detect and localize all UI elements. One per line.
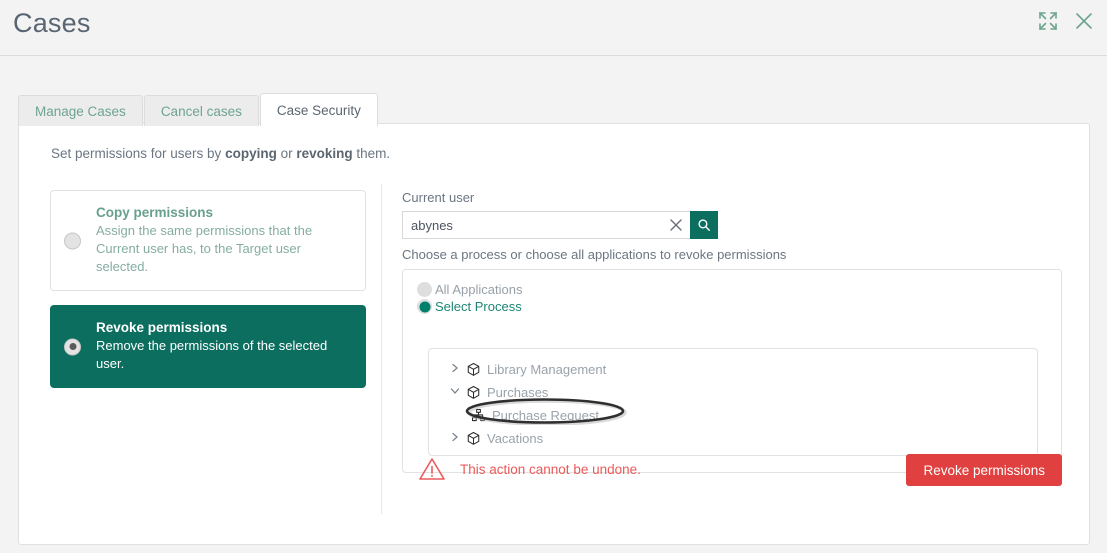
tree-item-label: Purchases bbox=[487, 385, 549, 400]
window-header: Cases bbox=[0, 0, 1107, 56]
current-user-input-wrap bbox=[402, 211, 690, 239]
revoke-form: Current user Choose a process or choose … bbox=[402, 190, 1062, 473]
current-user-input[interactable] bbox=[403, 212, 690, 238]
application-icon bbox=[466, 362, 481, 377]
intro-mid: or bbox=[276, 146, 297, 161]
close-icon[interactable] bbox=[1073, 10, 1095, 32]
chevron-down-icon[interactable] bbox=[449, 385, 461, 400]
all-applications-radio[interactable] bbox=[417, 282, 432, 297]
chevron-right-icon[interactable] bbox=[449, 431, 461, 446]
search-button[interactable] bbox=[690, 211, 718, 239]
tab-label: Case Security bbox=[276, 102, 361, 118]
scope-option-all-applications[interactable]: All Applications bbox=[417, 282, 1047, 297]
permission-mode-list: Copy permissions Assign the same permiss… bbox=[50, 190, 366, 402]
page-title: Cases bbox=[13, 8, 91, 38]
process-selection-box: All Applications Select Process Library … bbox=[402, 269, 1062, 473]
option-title: Copy permissions bbox=[96, 205, 214, 220]
option-description: Assign the same permissions that the Cur… bbox=[96, 223, 313, 274]
copy-permissions-radio[interactable] bbox=[64, 232, 81, 249]
tree-item-purchase-request[interactable]: Purchase Request bbox=[429, 404, 1037, 427]
scope-option-select-process[interactable]: Select Process bbox=[417, 299, 1047, 314]
scope-option-label: All Applications bbox=[435, 282, 523, 297]
expand-icon[interactable] bbox=[1037, 10, 1059, 32]
process-sitemap-icon bbox=[471, 408, 486, 423]
tree-item-purchases[interactable]: Purchases bbox=[429, 381, 1037, 404]
option-revoke-permissions[interactable]: Revoke permissions Remove the permission… bbox=[50, 305, 366, 388]
chevron-right-icon[interactable] bbox=[449, 362, 461, 377]
tab-label: Cancel cases bbox=[160, 103, 242, 119]
tab-cancel-cases[interactable]: Cancel cases bbox=[143, 95, 259, 126]
case-security-panel: Set permissions for users by copying or … bbox=[18, 123, 1090, 545]
clear-x-icon[interactable] bbox=[668, 217, 684, 233]
process-tree: Library Management Purchases Purchase Re… bbox=[428, 348, 1038, 456]
option-title: Revoke permissions bbox=[96, 320, 228, 335]
tab-bar: Manage Cases Cancel cases Case Security bbox=[18, 93, 379, 126]
application-icon bbox=[466, 431, 481, 446]
tree-item-library-management[interactable]: Library Management bbox=[429, 358, 1037, 381]
tab-case-security[interactable]: Case Security bbox=[259, 93, 378, 126]
select-process-radio[interactable] bbox=[417, 299, 432, 314]
revoke-permissions-radio[interactable] bbox=[64, 338, 81, 355]
current-user-search-row bbox=[402, 211, 718, 239]
column-divider bbox=[381, 184, 382, 514]
tree-item-label: Library Management bbox=[487, 362, 607, 377]
intro-suffix: them. bbox=[352, 146, 391, 161]
option-copy-permissions[interactable]: Copy permissions Assign the same permiss… bbox=[50, 190, 366, 291]
scope-option-label: Select Process bbox=[435, 299, 522, 314]
window-controls bbox=[1037, 10, 1095, 32]
revoke-permissions-button[interactable]: Revoke permissions bbox=[906, 454, 1062, 486]
tree-item-label: Purchase Request bbox=[492, 408, 599, 423]
tree-item-label: Vacations bbox=[487, 431, 544, 446]
warning-message: This action cannot be undone. bbox=[418, 456, 641, 482]
intro-prefix: Set permissions for users by bbox=[51, 146, 226, 161]
option-description: Remove the permissions of the selected u… bbox=[96, 338, 328, 371]
tab-manage-cases[interactable]: Manage Cases bbox=[18, 95, 143, 126]
tree-item-vacations[interactable]: Vacations bbox=[429, 427, 1037, 450]
intro-bold-revoking: revoking bbox=[296, 146, 353, 161]
warning-text: This action cannot be undone. bbox=[460, 461, 641, 477]
footer-actions: This action cannot be undone. Revoke per… bbox=[402, 454, 1062, 494]
intro-text: Set permissions for users by copying or … bbox=[51, 146, 390, 161]
warning-triangle-icon bbox=[418, 456, 446, 482]
intro-bold-copying: copying bbox=[225, 146, 277, 161]
application-icon bbox=[466, 385, 481, 400]
process-instruction: Choose a process or choose all applicati… bbox=[402, 247, 787, 262]
tab-label: Manage Cases bbox=[35, 103, 126, 119]
current-user-label: Current user bbox=[402, 190, 475, 205]
